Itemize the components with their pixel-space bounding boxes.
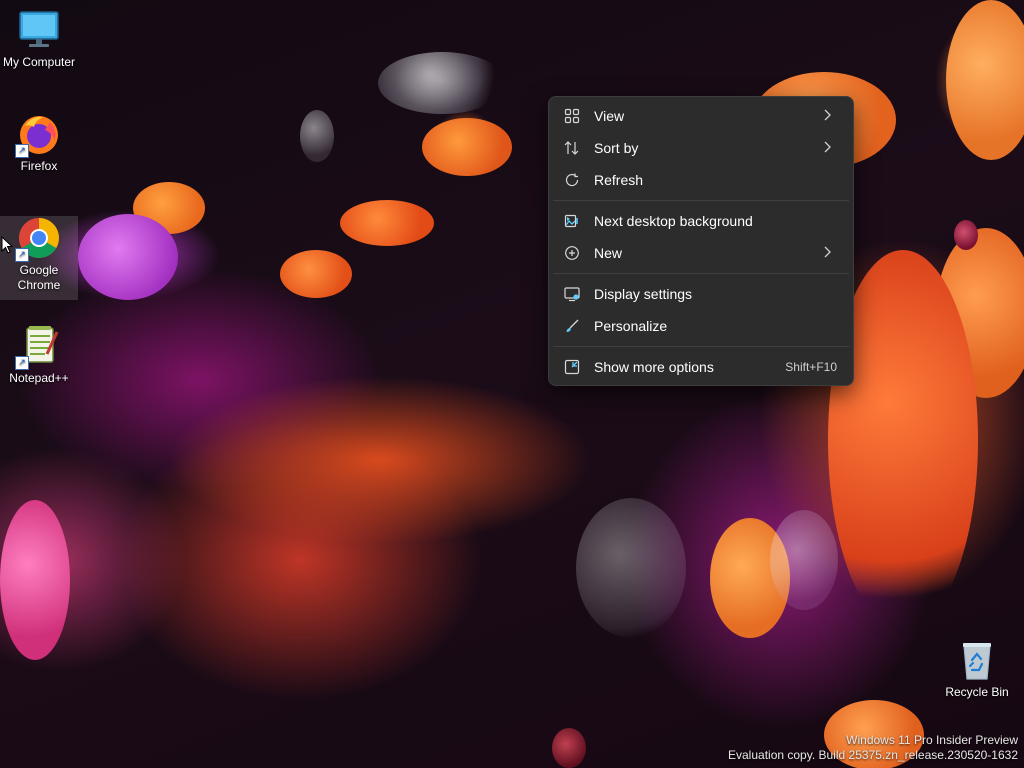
- menu-item-sort-by[interactable]: Sort by: [553, 133, 849, 163]
- desktop-icon-notepadpp[interactable]: ↗ Notepad++: [0, 324, 78, 385]
- new-icon: [563, 244, 581, 262]
- mouse-cursor-icon: [1, 236, 13, 254]
- menu-item-label: Personalize: [594, 318, 668, 334]
- menu-separator: [553, 273, 849, 274]
- brush-icon: [563, 317, 581, 335]
- menu-item-show-more-options[interactable]: Show more options Shift+F10: [553, 352, 849, 382]
- wallpaper-blob: [340, 200, 434, 246]
- menu-item-label: Show more options: [594, 359, 714, 375]
- desktop-icon-label: Notepad++: [9, 371, 69, 385]
- menu-item-next-desktop-background[interactable]: Next desktop background: [553, 206, 849, 236]
- wallpaper-blob: [78, 214, 178, 300]
- windows-watermark: Windows 11 Pro Insider Preview Evaluatio…: [728, 733, 1018, 763]
- wallpaper-blob: [954, 220, 978, 250]
- menu-item-label: New: [594, 245, 623, 261]
- desktop-icon-label: Google Chrome: [17, 263, 61, 292]
- desktop-icon-google-chrome[interactable]: ↗ Google Chrome: [0, 216, 78, 300]
- wallpaper-blob: [280, 250, 352, 298]
- menu-separator: [553, 200, 849, 201]
- desktop-background[interactable]: My Computer ↗ Firefox ↗ Google Chrome ↗ …: [0, 0, 1024, 768]
- menu-item-display-settings[interactable]: Display settings: [553, 279, 849, 309]
- wallpaper-blob: [552, 728, 586, 768]
- keyboard-shortcut: Shift+F10: [785, 360, 837, 374]
- desktop-icon-label: My Computer: [2, 55, 76, 69]
- menu-item-label: Sort by: [594, 140, 639, 156]
- wallpaper-blob: [576, 498, 686, 638]
- display-icon: [563, 285, 581, 303]
- sort-icon: [563, 139, 581, 157]
- menu-item-label: Display settings: [594, 286, 693, 302]
- shortcut-arrow-icon: ↗: [15, 248, 29, 262]
- firefox-icon: ↗: [15, 112, 61, 158]
- notepadpp-icon: ↗: [15, 324, 61, 370]
- menu-item-view[interactable]: View: [553, 101, 849, 131]
- menu-separator: [553, 346, 849, 347]
- next-background-icon: [563, 212, 581, 230]
- menu-item-label: Next desktop background: [594, 213, 753, 229]
- grid-icon: [563, 107, 581, 125]
- refresh-icon: [563, 171, 581, 189]
- monitor-icon: [17, 8, 61, 52]
- shortcut-arrow-icon: ↗: [15, 144, 29, 158]
- wallpaper-blob: [770, 510, 838, 610]
- chevron-right-icon: [823, 246, 835, 261]
- menu-item-personalize[interactable]: Personalize: [553, 311, 849, 341]
- desktop-icon-label: Recycle Bin: [945, 685, 1009, 699]
- wallpaper-blob: [0, 500, 70, 660]
- chevron-right-icon: [823, 141, 835, 156]
- chevron-right-icon: [823, 109, 835, 124]
- menu-item-new[interactable]: New: [553, 238, 849, 268]
- wallpaper-blob: [378, 52, 506, 114]
- menu-item-label: View: [594, 108, 625, 124]
- desktop-icon-my-computer[interactable]: My Computer: [0, 8, 78, 69]
- watermark-line-build: Evaluation copy. Build 25375.zn_release.…: [728, 748, 1018, 762]
- watermark-line-edition: Windows 11 Pro Insider Preview: [846, 733, 1018, 747]
- wallpaper-blob: [422, 118, 512, 176]
- recycle-bin-icon: [955, 638, 999, 682]
- desktop-icon-firefox[interactable]: ↗ Firefox: [0, 112, 78, 173]
- context-menu: View Sort by Refresh Next desktop backgr…: [548, 96, 854, 386]
- desktop-icon-recycle-bin[interactable]: Recycle Bin: [938, 638, 1016, 699]
- wallpaper-blob: [946, 0, 1024, 160]
- wallpaper-blob: [300, 110, 334, 162]
- shortcut-arrow-icon: ↗: [15, 356, 29, 370]
- desktop-icon-label: Firefox: [20, 159, 58, 173]
- chrome-icon: ↗: [15, 216, 61, 262]
- menu-item-label: Refresh: [594, 172, 644, 188]
- more-options-icon: [563, 358, 581, 376]
- menu-item-refresh[interactable]: Refresh: [553, 165, 849, 195]
